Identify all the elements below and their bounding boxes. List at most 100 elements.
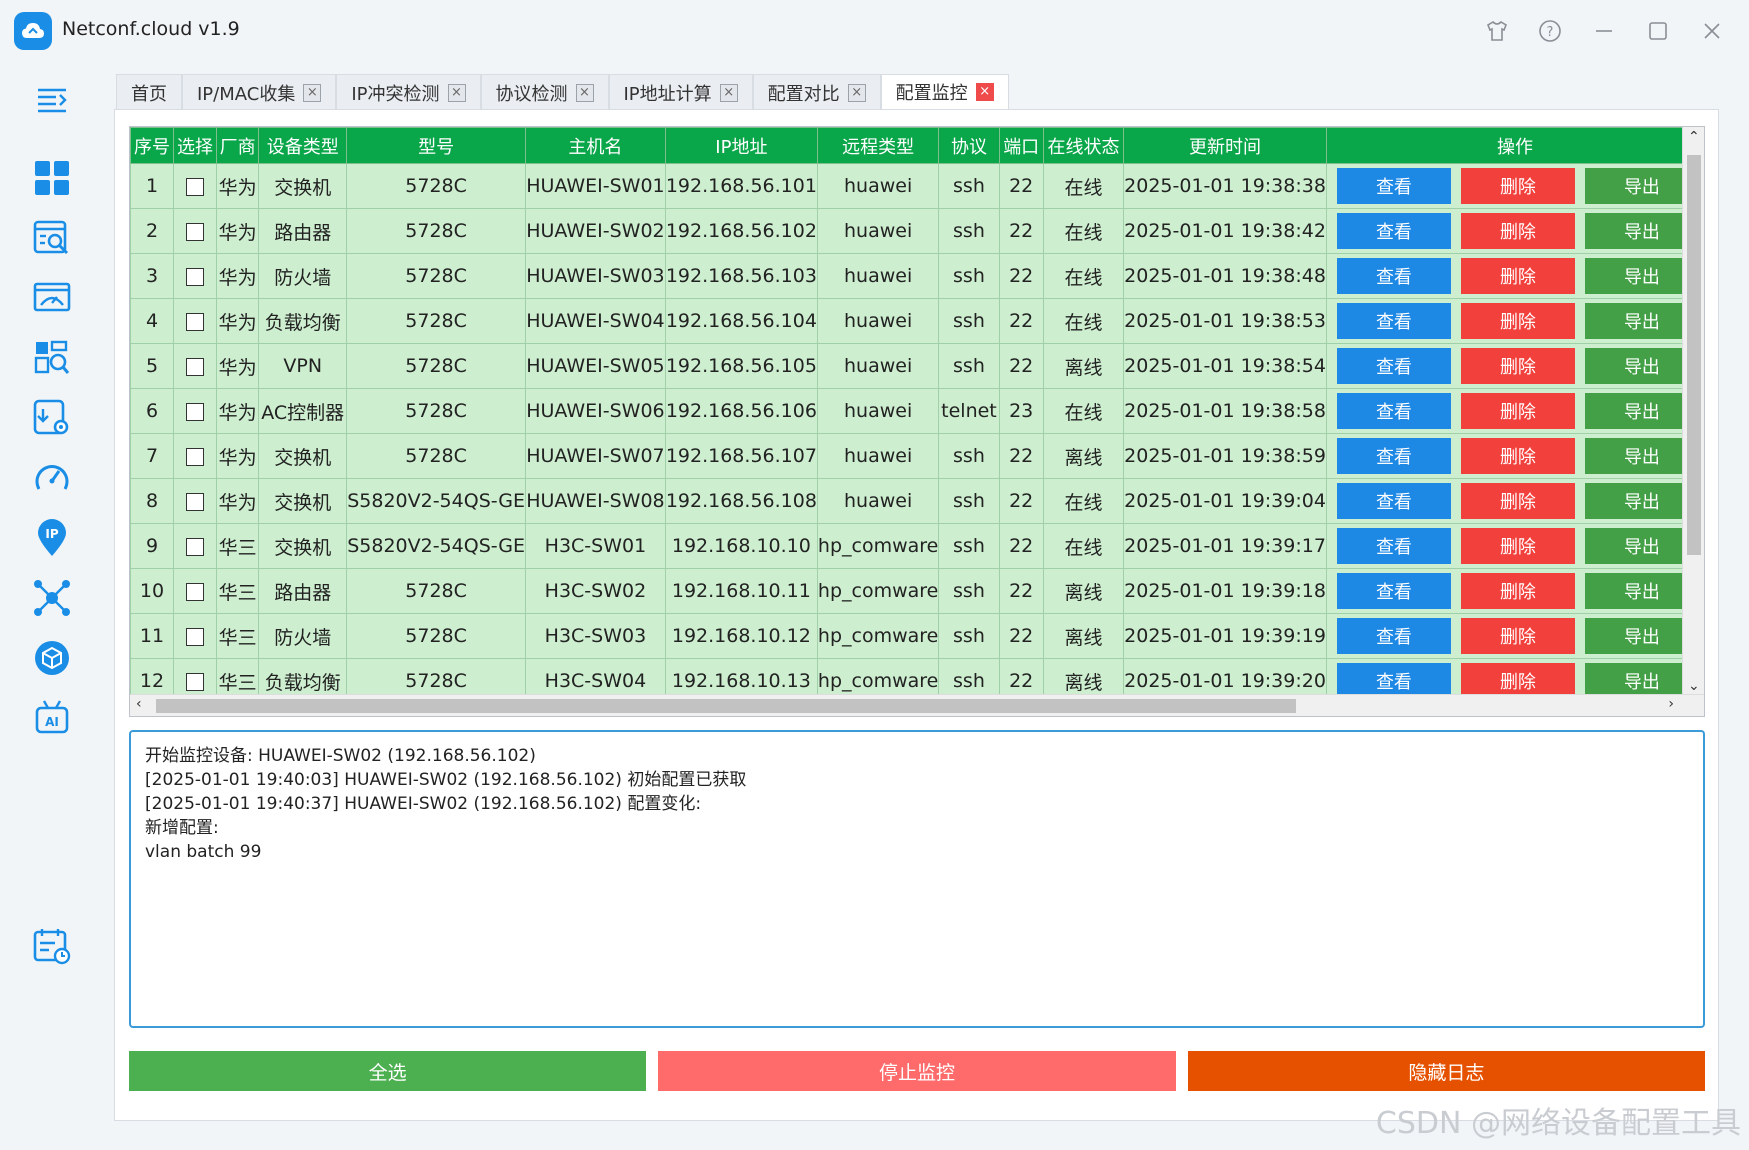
column-header[interactable]: 远程类型 xyxy=(816,127,940,164)
scroll-up-icon[interactable]: ⌃ xyxy=(1688,129,1700,145)
row-checkbox[interactable] xyxy=(185,492,204,511)
ip-location-icon[interactable]: IP xyxy=(32,518,72,558)
table-row[interactable]: 1 华为 交换机 5728C HUAWEI-SW01 192.168.56.101 huaw… xyxy=(130,163,1704,209)
hide-log-button[interactable]: 隐藏日志 xyxy=(1187,1051,1705,1091)
tab-close-icon[interactable]: × xyxy=(575,83,594,102)
package-box-icon[interactable] xyxy=(32,638,72,678)
tab-close-icon[interactable]: × xyxy=(847,83,866,102)
speedometer-icon[interactable] xyxy=(32,458,72,498)
tab-3[interactable]: 协议检测 × xyxy=(480,74,609,110)
horizontal-scrollbar[interactable]: ‹ › xyxy=(130,694,1704,716)
schedule-calendar-icon[interactable] xyxy=(32,926,72,966)
dashboard-icon[interactable] xyxy=(32,158,72,198)
row-checkbox[interactable] xyxy=(185,537,204,556)
delete-button[interactable]: 删除 xyxy=(1460,393,1575,429)
ai-robot-icon[interactable]: AI xyxy=(32,698,72,738)
view-button[interactable]: 查看 xyxy=(1336,438,1451,474)
vertical-scrollbar[interactable]: ⌃ ⌄ xyxy=(1682,127,1704,696)
column-header[interactable]: 设备类型 xyxy=(258,127,348,164)
table-row[interactable]: 7 华为 交换机 5728C HUAWEI-SW07 192.168.56.107 huaw… xyxy=(130,433,1704,479)
table-row[interactable]: 5 华为 VPN 5728C HUAWEI-SW05 192.168.56.105 huaw… xyxy=(130,343,1704,389)
table-row[interactable]: 8 华为 交换机 S5820V2-54QS-GE HUAWEI-SW08 192.168.… xyxy=(130,478,1704,524)
tab-close-icon[interactable]: × xyxy=(447,83,466,102)
view-button[interactable]: 查看 xyxy=(1336,618,1451,654)
tab-close-icon[interactable]: × xyxy=(719,83,738,102)
view-button[interactable]: 查看 xyxy=(1336,258,1451,294)
delete-button[interactable]: 删除 xyxy=(1460,303,1575,339)
help-icon[interactable]: ? xyxy=(1533,14,1567,48)
table-row[interactable]: 3 华为 防火墙 5728C HUAWEI-SW03 192.168.56.103 huaw… xyxy=(130,253,1704,299)
table-row[interactable]: 10 华三 路由器 5728C H3C-SW02 192.168.10.11 hp_comw… xyxy=(130,568,1704,614)
column-header[interactable]: IP地址 xyxy=(664,127,818,164)
table-row[interactable]: 9 华三 交换机 S5820V2-54QS-GE H3C-SW01 192.168.10.… xyxy=(130,523,1704,569)
minimize-icon[interactable] xyxy=(1587,14,1621,48)
tab-2[interactable]: IP冲突检测 × xyxy=(336,74,481,110)
select-all-button[interactable]: 全选 xyxy=(129,1051,647,1091)
column-header[interactable]: 更新时间 xyxy=(1123,127,1327,164)
delete-button[interactable]: 删除 xyxy=(1460,528,1575,564)
skin-shirt-icon[interactable] xyxy=(1480,14,1514,48)
view-button[interactable]: 查看 xyxy=(1336,528,1451,564)
column-header[interactable]: 协议 xyxy=(938,127,1000,164)
row-checkbox[interactable] xyxy=(185,402,204,421)
column-header[interactable]: 主机名 xyxy=(525,127,666,164)
vertical-scroll-thumb[interactable] xyxy=(1687,155,1701,555)
table-row[interactable]: 11 华三 防火墙 5728C H3C-SW03 192.168.10.12 hp_comw… xyxy=(130,613,1704,659)
scroll-right-icon[interactable]: › xyxy=(1668,696,1674,712)
delete-button[interactable]: 删除 xyxy=(1460,483,1575,519)
log-output[interactable]: 开始监控设备: HUAWEI-SW02 (192.168.56.102) [202… xyxy=(129,730,1705,1028)
view-button[interactable]: 查看 xyxy=(1336,483,1451,519)
delete-button[interactable]: 删除 xyxy=(1460,168,1575,204)
scroll-down-icon[interactable]: ⌄ xyxy=(1688,678,1700,694)
row-checkbox[interactable] xyxy=(185,447,204,466)
close-icon[interactable] xyxy=(1695,14,1729,48)
row-checkbox[interactable] xyxy=(185,582,204,601)
data-search-icon[interactable] xyxy=(32,338,72,378)
tab-close-icon[interactable]: × xyxy=(303,83,322,102)
view-button[interactable]: 查看 xyxy=(1336,393,1451,429)
menu-toggle-icon[interactable] xyxy=(32,80,72,120)
delete-button[interactable]: 删除 xyxy=(1460,348,1575,384)
view-button[interactable]: 查看 xyxy=(1336,303,1451,339)
tab-6[interactable]: 配置监控 × xyxy=(880,74,1009,110)
column-header[interactable]: 厂商 xyxy=(215,127,260,164)
config-download-icon[interactable] xyxy=(32,398,72,438)
delete-button[interactable]: 删除 xyxy=(1460,438,1575,474)
row-checkbox[interactable] xyxy=(185,177,204,196)
maximize-icon[interactable] xyxy=(1641,14,1675,48)
row-checkbox[interactable] xyxy=(185,312,204,331)
view-button[interactable]: 查看 xyxy=(1336,168,1451,204)
stop-monitor-button[interactable]: 停止监控 xyxy=(658,1051,1176,1091)
tab-1[interactable]: IP/MAC收集 × xyxy=(182,74,337,110)
column-header[interactable]: 端口 xyxy=(998,127,1044,164)
view-button[interactable]: 查看 xyxy=(1336,348,1451,384)
delete-button[interactable]: 删除 xyxy=(1460,258,1575,294)
column-header[interactable]: 操作 xyxy=(1325,127,1704,164)
column-header[interactable]: 型号 xyxy=(346,127,527,164)
column-header[interactable]: 序号 xyxy=(130,127,174,164)
view-button[interactable]: 查看 xyxy=(1336,573,1451,609)
monitor-icon[interactable] xyxy=(32,278,72,318)
row-checkbox[interactable] xyxy=(185,627,204,646)
delete-button[interactable]: 删除 xyxy=(1460,573,1575,609)
row-checkbox[interactable] xyxy=(185,267,204,286)
search-doc-icon[interactable] xyxy=(32,218,72,258)
row-checkbox[interactable] xyxy=(185,222,204,241)
row-checkbox[interactable] xyxy=(185,357,204,376)
column-header[interactable]: 在线状态 xyxy=(1042,127,1125,164)
view-button[interactable]: 查看 xyxy=(1336,213,1451,249)
column-header[interactable]: 选择 xyxy=(172,127,217,164)
tab-close-icon[interactable]: × xyxy=(975,83,994,101)
table-row[interactable]: 4 华为 负载均衡 5728C HUAWEI-SW04 192.168.56.104 hua… xyxy=(130,298,1704,344)
horizontal-scroll-thumb[interactable] xyxy=(156,699,1296,713)
row-checkbox[interactable] xyxy=(185,672,204,691)
table-row[interactable]: 2 华为 路由器 5728C HUAWEI-SW02 192.168.56.102 huaw… xyxy=(130,208,1704,254)
network-topology-icon[interactable] xyxy=(32,578,72,618)
table-row[interactable]: 6 华为 AC控制器 5728C HUAWEI-SW06 192.168.56.106 hu… xyxy=(130,388,1704,434)
tab-0[interactable]: 首页 xyxy=(116,74,182,110)
tab-5[interactable]: 配置对比 × xyxy=(752,74,881,110)
tab-4[interactable]: IP地址计算 × xyxy=(608,74,753,110)
scroll-left-icon[interactable]: ‹ xyxy=(136,696,142,712)
delete-button[interactable]: 删除 xyxy=(1460,213,1575,249)
delete-button[interactable]: 删除 xyxy=(1460,618,1575,654)
